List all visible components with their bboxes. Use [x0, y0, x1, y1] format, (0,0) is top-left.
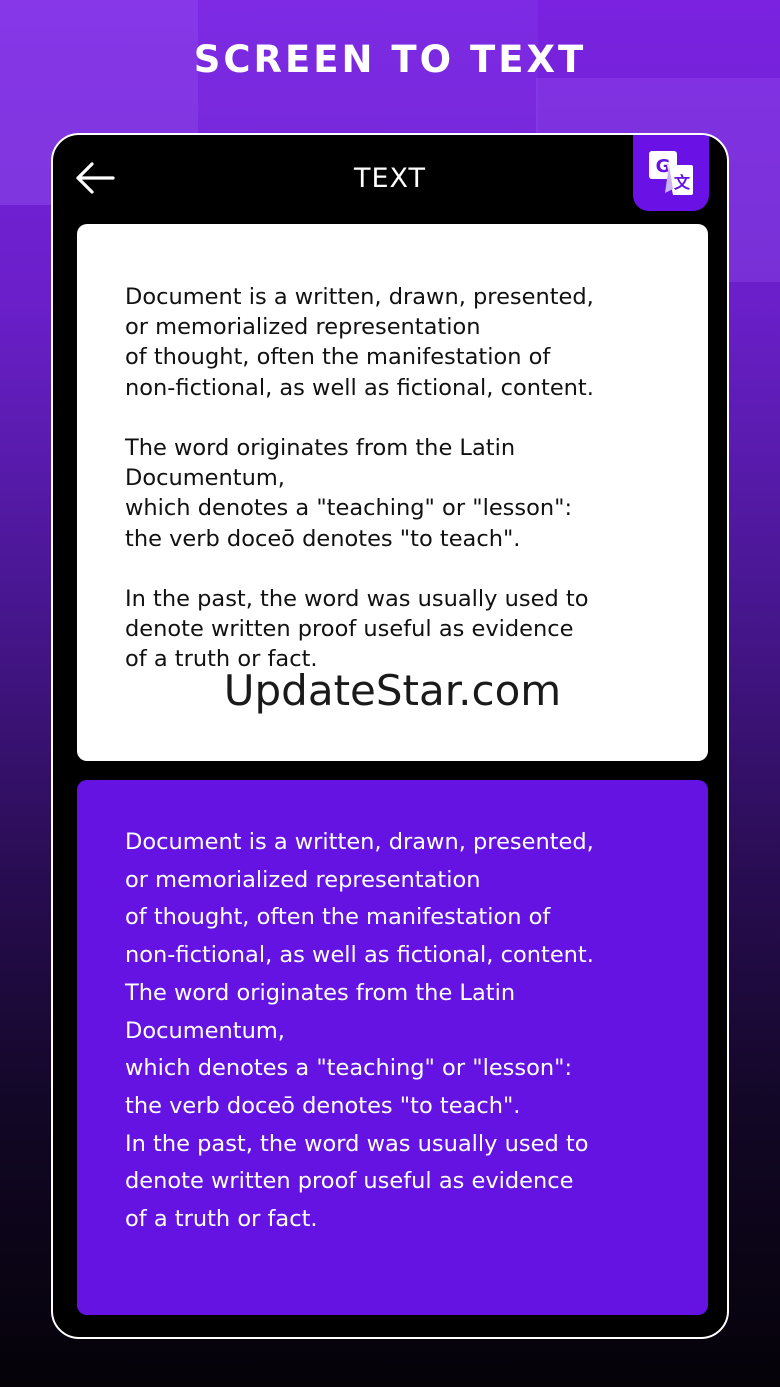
- google-translate-icon: G 文: [649, 151, 693, 195]
- result-text[interactable]: Document is a written, drawn, presented,…: [125, 824, 695, 1239]
- result-text-card: Document is a written, drawn, presented,…: [77, 780, 708, 1315]
- recognized-text[interactable]: Document is a written, drawn, presented,…: [125, 282, 685, 675]
- watermark: UpdateStar.com: [223, 666, 562, 715]
- translate-button[interactable]: G 文: [633, 135, 709, 211]
- screen-title: TEXT: [353, 163, 427, 194]
- phone-frame: TEXT G 文 Document is a written, drawn, p…: [51, 133, 729, 1339]
- source-text-card: Document is a written, drawn, presented,…: [77, 224, 708, 761]
- promo-headline: SCREEN TO TEXT: [193, 38, 587, 81]
- svg-text:文: 文: [674, 173, 691, 192]
